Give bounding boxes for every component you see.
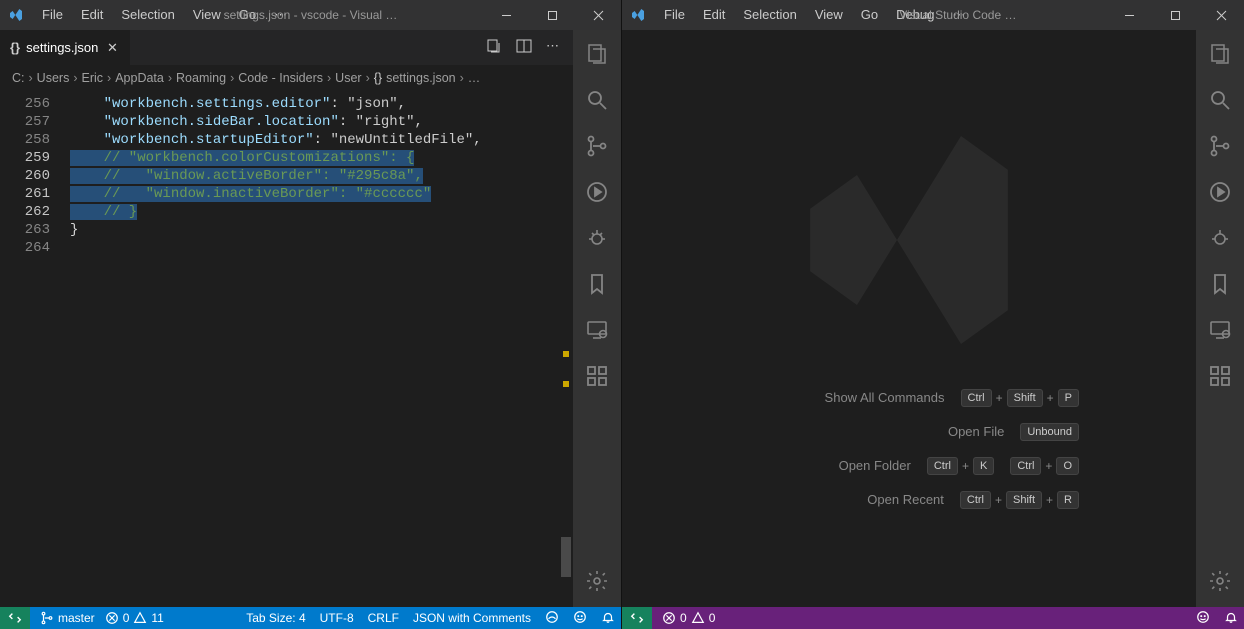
crumb[interactable]: Users [37,71,70,85]
crumb[interactable]: User [335,71,361,85]
cmd-show-all-commands: Show All Commands Ctrl+Shift+P [739,389,1079,407]
activity-bar [1196,30,1244,607]
editor-group: Show All Commands Ctrl+Shift+P Open File… [622,30,1196,607]
menu-go[interactable]: Go [853,3,886,27]
eol[interactable]: CRLF [368,611,399,625]
remote-explorer-icon[interactable] [1208,318,1232,342]
code-editor[interactable]: 256 257 258 259 260 261 262 263 264 "wor… [0,91,573,607]
activity-bar [573,30,621,607]
vscode-logo-icon [630,7,646,23]
more-actions-icon[interactable]: ⋯ [546,38,559,57]
settings-gear-icon[interactable] [585,569,609,593]
extensions-icon[interactable] [1208,364,1232,388]
tab-settings-json[interactable]: {} settings.json ✕ [0,30,130,65]
vscode-watermark-icon [779,110,1039,370]
window-controls [483,0,621,30]
cmd-open-folder: Open Folder Ctrl+K Ctrl+O [739,457,1079,475]
run-debug-icon[interactable] [585,180,609,204]
window-title: settings.json - vscode - Visual … [224,8,398,22]
run-debug-icon[interactable] [1208,180,1232,204]
debug-icon[interactable] [1208,226,1232,250]
split-editor-icon[interactable] [516,38,532,57]
breadcrumb[interactable]: C:› Users› Eric› AppData› Roaming› Code … [0,65,573,91]
files-icon[interactable] [585,42,609,66]
encoding[interactable]: UTF-8 [320,611,354,625]
editor-actions: ⋯ [486,38,573,57]
titlebar: File Edit Selection View Go Debug ⋯ Visu… [622,0,1244,30]
source-control-icon[interactable] [1208,134,1232,158]
crumb[interactable]: AppData [115,71,164,85]
status-bar: 0 0 [622,607,1244,629]
status-bar: master 0 11 Tab Size: 4 UTF-8 CRLF JSON … [0,607,621,629]
bell-icon[interactable] [601,610,615,627]
tab-size[interactable]: Tab Size: 4 [246,611,305,625]
remote-indicator[interactable] [622,607,652,629]
code-body[interactable]: "workbench.settings.editor": "json", "wo… [70,91,573,607]
open-preview-icon[interactable] [486,38,502,57]
bell-icon[interactable] [1224,610,1238,627]
tab-label: settings.json [26,40,98,55]
search-icon[interactable] [1208,88,1232,112]
problems-status[interactable]: 0 0 [662,611,715,625]
minimap-marker [563,351,569,357]
close-button[interactable] [575,0,621,30]
remote-indicator[interactable] [0,607,30,629]
menu-selection[interactable]: Selection [735,3,804,27]
editor-group: {} settings.json ✕ ⋯ C:› Users› Eric› Ap… [0,30,573,607]
feedback-icon[interactable] [1196,610,1210,627]
debug-icon[interactable] [585,226,609,250]
menu-selection[interactable]: Selection [113,3,182,27]
search-icon[interactable] [585,88,609,112]
right-window: File Edit Selection View Go Debug ⋯ Visu… [622,0,1244,629]
minimize-button[interactable] [483,0,529,30]
welcome-page: Show All Commands Ctrl+Shift+P Open File… [622,30,1196,607]
scrollbar-thumb[interactable] [561,537,571,577]
problems-status[interactable]: 0 11 [105,611,164,625]
crumb[interactable]: Eric [82,71,104,85]
crumb[interactable]: Code - Insiders [238,71,323,85]
crumb[interactable]: settings.json [386,71,455,85]
minimize-button[interactable] [1106,0,1152,30]
feedback-icon[interactable] [573,610,587,627]
maximize-button[interactable] [1152,0,1198,30]
titlebar: File Edit Selection View Go ⋯ settings.j… [0,0,621,30]
menu-edit[interactable]: Edit [695,3,733,27]
crumb[interactable]: … [468,71,481,85]
crumb[interactable]: Roaming [176,71,226,85]
settings-gear-icon[interactable] [1208,569,1232,593]
bookmark-icon[interactable] [1208,272,1232,296]
minimap-marker [563,381,569,387]
extensions-icon[interactable] [585,364,609,388]
menu-edit[interactable]: Edit [73,3,111,27]
menu-file[interactable]: File [34,3,71,27]
window-controls [1106,0,1244,30]
cmd-open-file: Open File Unbound [739,423,1079,441]
left-window: File Edit Selection View Go ⋯ settings.j… [0,0,622,629]
close-button[interactable] [1198,0,1244,30]
files-icon[interactable] [1208,42,1232,66]
remote-explorer-icon[interactable] [585,318,609,342]
crumb[interactable]: C: [12,71,25,85]
line-gutter: 256 257 258 259 260 261 262 263 264 [0,91,70,607]
tab-bar: {} settings.json ✕ ⋯ [0,30,573,65]
cmd-open-recent: Open Recent Ctrl+Shift+R [739,491,1079,509]
menu-file[interactable]: File [656,3,693,27]
git-branch[interactable]: master [40,611,95,625]
close-icon[interactable]: ✕ [104,40,120,56]
live-share-icon[interactable] [545,610,559,627]
bookmark-icon[interactable] [585,272,609,296]
json-file-icon: {} [10,40,20,55]
maximize-button[interactable] [529,0,575,30]
menu-view[interactable]: View [185,3,229,27]
window-title: Visual Studio Code … [899,8,1016,22]
command-list: Show All Commands Ctrl+Shift+P Open File… [739,389,1079,509]
menu-view[interactable]: View [807,3,851,27]
language-mode[interactable]: JSON with Comments [413,611,531,625]
source-control-icon[interactable] [585,134,609,158]
vscode-logo-icon [8,7,24,23]
